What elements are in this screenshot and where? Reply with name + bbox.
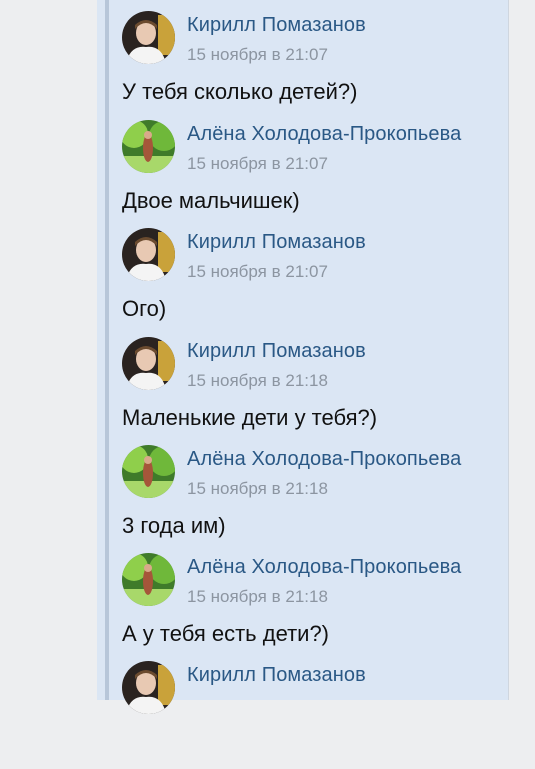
sender-name[interactable]: Алёна Холодова-Прокопьева	[187, 448, 461, 471]
sender-name[interactable]: Алёна Холодова-Прокопьева	[187, 123, 461, 146]
message-item: Кирилл Помазанов 15 ноября в 21:07 Ого)	[0, 228, 535, 336]
message-timestamp[interactable]: 15 ноября в 21:07	[187, 45, 328, 65]
avatar[interactable]	[122, 228, 175, 281]
message-text: 3 года им)	[122, 513, 226, 538]
message-item: Кирилл Помазанов 15 ноября в 21:18 Мален…	[0, 337, 535, 445]
message-timestamp[interactable]: 15 ноября в 21:07	[187, 154, 328, 174]
avatar[interactable]	[122, 445, 175, 498]
sender-name[interactable]: Кирилл Помазанов	[187, 664, 366, 687]
message-timestamp[interactable]: 15 ноября в 21:18	[187, 371, 328, 391]
avatar[interactable]	[122, 553, 175, 606]
avatar[interactable]	[122, 337, 175, 390]
avatar[interactable]	[122, 661, 175, 714]
sender-name[interactable]: Алёна Холодова-Прокопьева	[187, 556, 461, 579]
sender-name[interactable]: Кирилл Помазанов	[187, 231, 366, 254]
message-text: Маленькие дети у тебя?)	[122, 405, 378, 430]
message-text: Двое мальчишек)	[122, 188, 300, 213]
message-item: Кирилл Помазанов	[0, 661, 535, 769]
message-timestamp[interactable]: 15 ноября в 21:18	[187, 587, 328, 607]
message-timestamp[interactable]: 15 ноября в 21:07	[187, 262, 328, 282]
message-text: Ого)	[122, 296, 167, 321]
message-item: Алёна Холодова-Прокопьева 15 ноября в 21…	[0, 445, 535, 553]
message-item: Алёна Холодова-Прокопьева 15 ноября в 21…	[0, 553, 535, 661]
message-text: А у тебя есть дети?)	[122, 621, 330, 646]
avatar[interactable]	[122, 120, 175, 173]
message-item: Алёна Холодова-Прокопьева 15 ноября в 21…	[0, 120, 535, 228]
sender-name[interactable]: Кирилл Помазанов	[187, 340, 366, 363]
message-text: У тебя сколько детей?)	[122, 79, 358, 104]
avatar[interactable]	[122, 11, 175, 64]
sender-name[interactable]: Кирилл Помазанов	[187, 14, 366, 37]
message-timestamp[interactable]: 15 ноября в 21:18	[187, 479, 328, 499]
message-item: Кирилл Помазанов 15 ноября в 21:07 У теб…	[0, 11, 535, 119]
